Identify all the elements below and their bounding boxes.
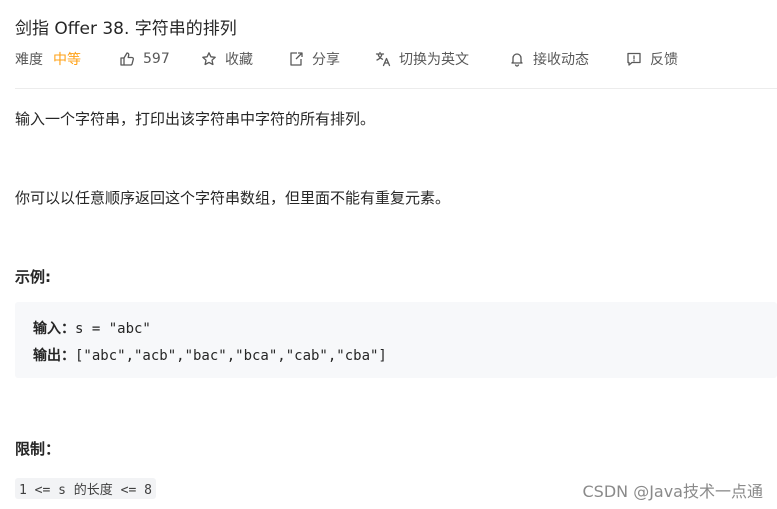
difficulty-indicator: 难度 中等 [15, 48, 81, 70]
subscribe-button[interactable]: 接收动态 [509, 48, 589, 70]
toolbar-divider [15, 88, 777, 89]
difficulty-label: 难度 [15, 52, 43, 68]
example-input-label: 输入： [33, 321, 75, 337]
description-paragraph-2: 你可以以任意顺序返回这个字符串数组，但里面不能有重复元素。 [15, 189, 451, 207]
example-input-line: 输入：s = "abc" [33, 318, 151, 338]
constraints-heading: 限制： [15, 440, 61, 458]
like-button[interactable]: 597 [119, 48, 170, 70]
problem-toolbar: 难度 中等 597 收藏 分享 切换为英文 接收动态 反馈 [15, 48, 777, 70]
favorite-button[interactable]: 收藏 [201, 48, 253, 70]
favorite-label: 收藏 [225, 52, 253, 68]
feedback-button[interactable]: 反馈 [626, 48, 678, 70]
problem-title: 剑指 Offer 38. 字符串的排列 [15, 19, 237, 39]
feedback-icon [627, 52, 641, 66]
example-code-block: 输入：s = "abc" 输出：["abc","acb","bac","bca"… [15, 302, 777, 378]
description-paragraph-1: 输入一个字符串，打印出该字符串中字符的所有排列。 [15, 110, 376, 128]
difficulty-value: 中等 [53, 52, 81, 68]
bell-icon [511, 53, 523, 67]
subscribe-label: 接收动态 [533, 52, 589, 68]
translate-icon [375, 51, 391, 67]
csdn-watermark: CSDN @Java技术一点通 [582, 482, 763, 501]
share-label: 分享 [312, 52, 340, 68]
example-output-label: 输出： [33, 348, 75, 364]
example-output-line: 输出：["abc","acb","bac","bca","cab","cba"] [33, 345, 387, 365]
example-output-value: ["abc","acb","bac","bca","cab","cba"] [75, 348, 387, 364]
share-icon [290, 52, 303, 66]
star-icon [202, 52, 216, 66]
example-input-value: s = "abc" [75, 321, 151, 337]
like-count: 597 [143, 51, 170, 67]
constraint-code: 1 <= s 的长度 <= 8 [15, 478, 156, 499]
thumbs-up-icon [120, 52, 134, 66]
translate-button[interactable]: 切换为英文 [375, 48, 469, 70]
translate-label: 切换为英文 [399, 52, 469, 68]
feedback-label: 反馈 [650, 52, 678, 68]
share-button[interactable]: 分享 [288, 48, 340, 70]
example-heading: 示例: [15, 268, 51, 286]
